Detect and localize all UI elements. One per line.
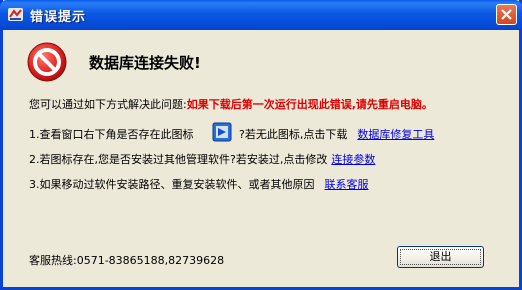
step-2-text: 2.若图标存在,您是否安装过其他管理软件?若安装过,点击修改	[29, 153, 328, 166]
title-bar[interactable]: 错误提示	[0, 0, 522, 30]
intro-text: 您可以通过如下方式解决此问题:	[29, 98, 187, 111]
contact-support-link[interactable]: 联系客服	[325, 178, 369, 191]
step-3: 3.如果移动过软件安装路径、重复安装软件、或者其他原因 联系客服	[29, 176, 369, 192]
step-1-after: ?若无此图标,点击下载	[239, 128, 348, 141]
tray-database-icon	[212, 122, 232, 142]
error-headline: 数据库连接失败!	[89, 54, 201, 72]
intro-line: 您可以通过如下方式解决此问题:如果下载后第一次运行出现此错误,请先重启电脑。	[29, 96, 433, 112]
connection-params-link[interactable]: 连接参数	[331, 153, 375, 166]
step-2: 2.若图标存在,您是否安装过其他管理软件?若安装过,点击修改 连接参数	[29, 151, 375, 167]
error-stop-icon	[27, 42, 67, 82]
exit-button[interactable]: 退出	[397, 246, 484, 268]
restart-warning: 如果下载后第一次运行出现此错误,请先重启电脑。	[186, 98, 433, 111]
step-3-text: 3.如果移动过软件安装路径、重复安装软件、或者其他原因	[29, 178, 315, 191]
step-1: 1.查看窗口右下角是否存在此图标	[29, 126, 194, 142]
app-logo-icon	[7, 6, 24, 23]
hotline: 客服热线:0571-83865188,82739628	[29, 254, 225, 267]
step-1-text: 1.查看窗口右下角是否存在此图标	[29, 128, 194, 141]
step-1-tail: ?若无此图标,点击下载 数据库修复工具	[239, 126, 434, 142]
close-icon	[501, 9, 512, 20]
repair-tool-link[interactable]: 数据库修复工具	[357, 128, 434, 141]
window-title: 错误提示	[30, 10, 87, 25]
close-button[interactable]	[496, 4, 517, 25]
dialog-content: 数据库连接失败! 您可以通过如下方式解决此问题:如果下载后第一次运行出现此错误,…	[3, 30, 519, 287]
error-dialog: 错误提示 数据库连接失败! 您可以通过如下方式解决此问题:如果下载后第一次运行出…	[0, 0, 522, 290]
